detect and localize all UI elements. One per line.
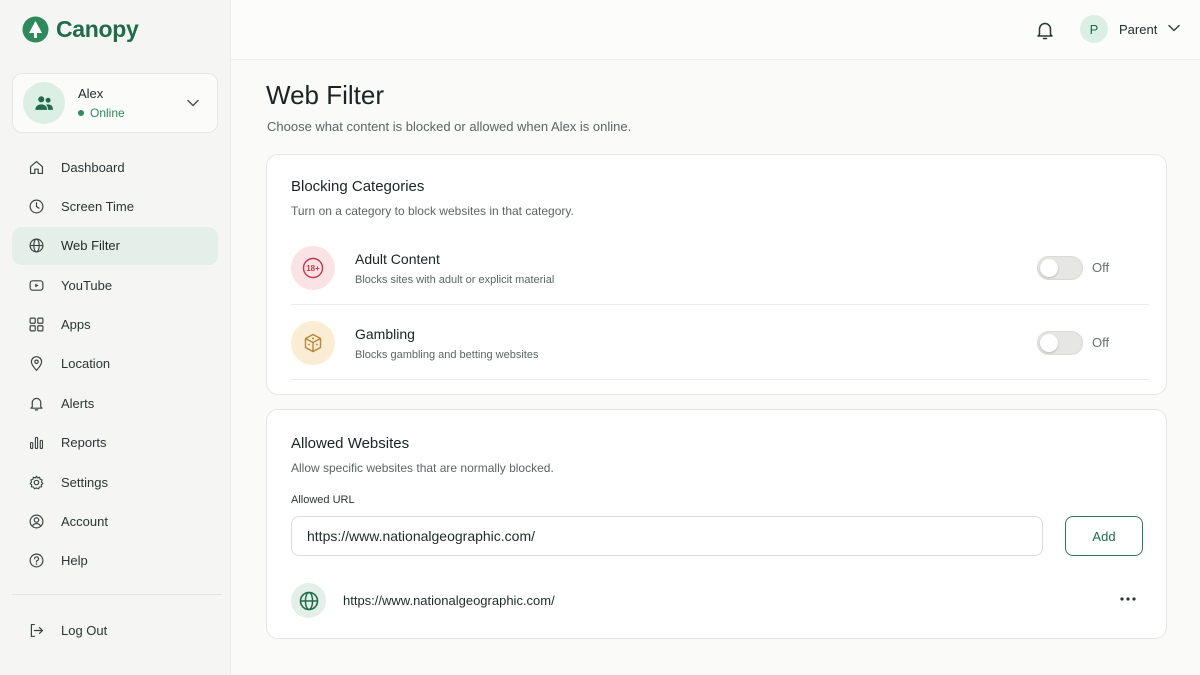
sidebar-item-youtube[interactable]: YouTube (12, 266, 218, 304)
top-bar: P Parent (231, 0, 1200, 60)
sidebar-item-label: YouTube (61, 277, 113, 293)
allowed-site-url: https://www.nationalgeographic.com/ (343, 593, 555, 608)
profile-name: Alex (78, 86, 104, 101)
location-pin-icon (28, 355, 45, 372)
sidebar-item-label: Help (61, 553, 88, 569)
sidebar-item-location[interactable]: Location (12, 345, 218, 383)
apps-grid-icon (28, 316, 45, 333)
sidebar-item-label: Web Filter (61, 238, 120, 254)
sidebar-nav: Dashboard Screen Time Web Filter YouTube… (12, 148, 218, 581)
sidebar-item-account[interactable]: Account (12, 503, 218, 541)
globe-icon (28, 237, 45, 254)
category-name: Adult Content (355, 251, 440, 267)
parent-avatar[interactable]: P (1080, 15, 1108, 43)
adult-badge-text: 18+ (306, 264, 320, 273)
sidebar-divider (12, 594, 222, 595)
sidebar-item-web-filter[interactable]: Web Filter (12, 226, 218, 265)
sidebar-item-label: Dashboard (61, 159, 125, 175)
sidebar-item-label: Apps (61, 317, 91, 333)
profile-status-label: Online (90, 106, 125, 120)
sidebar-item-label: Account (61, 514, 108, 530)
sidebar-item-label: Location (61, 356, 111, 372)
category-row-adult-content: 18+ Adult Content Blocks sites with adul… (291, 230, 1149, 305)
adult-18-plus-icon: 18+ (291, 246, 335, 290)
sidebar-item-label: Screen Time (61, 198, 134, 214)
toggle-knob (1040, 259, 1058, 277)
group-avatar-icon (23, 82, 65, 124)
blocking-categories-card: Blocking Categories Turn on a category t… (266, 154, 1167, 395)
category-description: Blocks sites with adult or explicit mate… (355, 274, 555, 286)
sidebar-item-dashboard[interactable]: Dashboard (12, 148, 218, 186)
allowed-websites-title: Allowed Websites (291, 435, 410, 452)
allowed-url-label: Allowed URL (291, 494, 355, 506)
logout-label: Log Out (61, 622, 108, 638)
sidebar-item-alerts[interactable]: Alerts (12, 384, 218, 422)
toggle-state-label: Off (1092, 335, 1110, 350)
toggle-state-label: Off (1092, 260, 1110, 275)
toggle-knob (1040, 334, 1058, 352)
bar-chart-icon (28, 434, 45, 451)
gambling-toggle[interactable] (1037, 331, 1083, 355)
gear-icon (28, 474, 45, 491)
logout-icon (28, 622, 45, 639)
category-description: Blocks gambling and betting websites (355, 349, 539, 361)
sidebar: Canopy Alex Online Dashboard Screen Time… (0, 0, 231, 675)
sidebar-item-screen-time[interactable]: Screen Time (12, 187, 218, 225)
youtube-icon (28, 277, 45, 294)
sidebar-item-label: Alerts (61, 395, 95, 411)
allowed-url-input[interactable] (291, 516, 1043, 556)
page-title: Web Filter (266, 80, 384, 110)
allowed-websites-card: Allowed Websites Allow specific websites… (266, 409, 1167, 639)
sidebar-item-help[interactable]: Help (12, 542, 218, 580)
sidebar-item-label: Settings (61, 474, 108, 490)
allowed-websites-subtitle: Allow specific websites that are normall… (291, 461, 554, 475)
logout-container: Log Out (12, 611, 218, 650)
help-circle-icon (28, 552, 45, 569)
clock-icon (28, 198, 45, 215)
home-icon (28, 159, 45, 176)
sidebar-item-reports[interactable]: Reports (12, 424, 218, 462)
tree-logo-icon (22, 16, 49, 43)
app-logo[interactable]: Canopy (22, 16, 139, 43)
online-dot-icon (78, 110, 84, 116)
add-url-button[interactable]: Add (1065, 516, 1143, 556)
chevron-down-icon (187, 99, 199, 107)
adult-content-toggle[interactable] (1037, 256, 1083, 280)
page-subtitle: Choose what content is blocked or allowe… (267, 119, 632, 134)
dice-icon (291, 321, 335, 365)
notifications-bell-icon[interactable] (1034, 19, 1056, 41)
logout-button[interactable]: Log Out (12, 611, 218, 649)
chevron-down-icon[interactable] (1168, 24, 1180, 32)
bell-icon (28, 395, 45, 412)
child-profile-selector[interactable]: Alex Online (12, 73, 218, 133)
profile-status: Online (78, 106, 125, 120)
app-name: Canopy (56, 16, 139, 42)
blocking-categories-subtitle: Turn on a category to block websites in … (291, 204, 574, 218)
sidebar-item-settings[interactable]: Settings (12, 463, 218, 501)
parent-account-label[interactable]: Parent (1119, 22, 1157, 37)
sidebar-item-label: Reports (61, 435, 107, 451)
globe-icon (291, 583, 326, 618)
user-circle-icon (28, 513, 45, 530)
category-name: Gambling (355, 326, 415, 342)
category-row-gambling: Gambling Blocks gambling and betting web… (291, 305, 1149, 380)
more-options-icon[interactable] (1117, 590, 1139, 608)
blocking-categories-title: Blocking Categories (291, 178, 425, 195)
sidebar-item-apps[interactable]: Apps (12, 306, 218, 344)
